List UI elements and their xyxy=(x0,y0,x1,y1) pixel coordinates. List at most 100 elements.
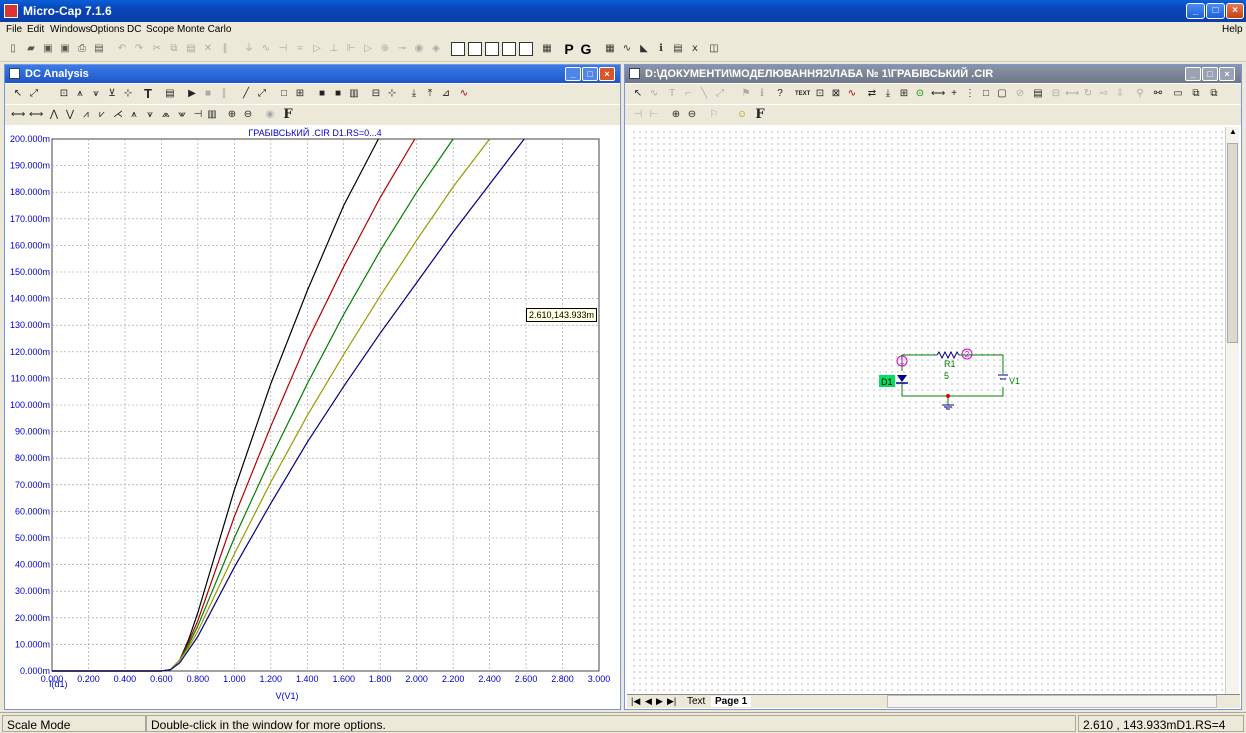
split-plot-icon[interactable]: ▥ xyxy=(347,87,361,101)
info-icon[interactable]: ℹ xyxy=(654,42,668,56)
r1-value[interactable]: 5 xyxy=(944,371,949,381)
waveform-icon[interactable]: ∿ xyxy=(620,42,634,56)
switch-icon[interactable]: ⊸ xyxy=(395,42,409,56)
properties-icon[interactable]: ⊡ xyxy=(57,87,71,101)
resistor-r1-symbol[interactable] xyxy=(936,350,960,360)
tab-next-icon[interactable]: ▶ xyxy=(656,696,663,707)
new-file-icon[interactable]: ▯ xyxy=(6,42,20,56)
zoom-in-icon[interactable]: ⊕ xyxy=(225,108,239,122)
bottom-icon[interactable]: ⩖ xyxy=(175,108,189,122)
cursor-left-icon[interactable]: ⟷ xyxy=(11,108,25,122)
battery-icon[interactable]: ⊥ xyxy=(327,42,341,56)
tab-text[interactable]: Text xyxy=(687,696,705,707)
print-preview-icon[interactable]: ▤ xyxy=(92,42,106,56)
select-pointer-icon[interactable]: ↖ xyxy=(11,87,25,101)
schematic-hscrollbar[interactable] xyxy=(887,695,1217,708)
global-high-icon[interactable]: ⩚ xyxy=(127,108,141,122)
plot-icon[interactable]: ■ xyxy=(331,87,345,101)
r1-label[interactable]: R1 xyxy=(944,359,956,369)
settings-icon[interactable]: ▤ xyxy=(163,87,177,101)
g-button[interactable]: G xyxy=(579,42,593,56)
chart-icon[interactable]: ▤ xyxy=(671,42,685,56)
data-table-icon[interactable]: ▥ xyxy=(205,108,219,122)
grid-toggle-icon[interactable]: ⊞ xyxy=(293,87,307,101)
waveform-color-icon[interactable]: ∿ xyxy=(457,87,471,101)
menu-scope[interactable]: Scope xyxy=(146,24,174,35)
high-icon[interactable]: ⩘ xyxy=(79,108,93,122)
d1-label[interactable]: D1 xyxy=(881,377,893,387)
stack-icon[interactable]: ⊟ xyxy=(369,87,383,101)
delete-icon[interactable]: ✕ xyxy=(201,42,215,56)
align-icon[interactable]: ⊣ xyxy=(191,108,205,122)
cut-icon[interactable]: ✂ xyxy=(150,42,164,56)
grid-icon[interactable]: ▦ xyxy=(603,42,617,56)
low-icon[interactable]: ⩗ xyxy=(95,108,109,122)
minimize-button[interactable]: _ xyxy=(1186,3,1205,19)
scroll-thumb[interactable] xyxy=(1227,143,1238,343)
redo-icon[interactable]: ↷ xyxy=(132,42,146,56)
tab-first-icon[interactable]: |◀ xyxy=(631,696,640,707)
dark-plot-icon[interactable]: ■ xyxy=(315,87,329,101)
cursor-right-icon[interactable]: ⟷ xyxy=(29,108,43,122)
menu-edit[interactable]: Edit xyxy=(27,24,44,35)
maximize-button[interactable]: □ xyxy=(1206,3,1225,19)
prev-point-icon[interactable]: ⤒ xyxy=(423,87,437,101)
pause-icon[interactable]: ∥ xyxy=(217,87,231,101)
inductor-icon[interactable]: ≈ xyxy=(293,42,307,56)
menu-help[interactable]: Help xyxy=(1222,24,1243,35)
source-icon[interactable]: ⊕ xyxy=(378,42,392,56)
dc-plot-area[interactable]: 0.000 0.200 0.400 0.600 0.800 1.000 1.200 1.400… xyxy=(5,127,620,709)
ground-icon[interactable]: ⏚ xyxy=(242,42,256,56)
menu-monte-carlo[interactable]: Monte Carlo xyxy=(177,24,231,35)
zoom-out-icon[interactable]: ⊖ xyxy=(241,108,255,122)
copy-icon[interactable]: ⧉ xyxy=(167,42,181,56)
peak-icon[interactable]: ⩚ xyxy=(73,87,87,101)
global-low-icon[interactable]: ⩛ xyxy=(143,108,157,122)
undo-icon[interactable]: ↶ xyxy=(115,42,129,56)
next-point-icon[interactable]: ⤓ xyxy=(407,87,421,101)
arrow-line-icon[interactable]: ⤢ xyxy=(255,87,269,101)
menu-options[interactable]: Options xyxy=(90,24,124,35)
tab-prev-icon[interactable]: ◀ xyxy=(645,696,652,707)
diode-icon[interactable]: ▷ xyxy=(310,42,324,56)
dc-close-button[interactable]: × xyxy=(599,67,615,81)
print-icon[interactable]: ⎙ xyxy=(75,42,89,56)
line-icon[interactable]: ╱ xyxy=(239,87,253,101)
v1-label[interactable]: V1 xyxy=(1009,376,1020,386)
inflection-icon[interactable]: ⋌ xyxy=(111,108,125,122)
scale-icon[interactable]: ⤢ xyxy=(27,87,41,101)
tab-last-icon[interactable]: ▶| xyxy=(667,696,676,707)
dc-restore-button[interactable]: □ xyxy=(582,67,598,81)
peak-find-icon[interactable]: ⋀ xyxy=(47,108,61,122)
window-split-icon[interactable] xyxy=(519,42,533,56)
rectangle-icon[interactable]: □ xyxy=(277,87,291,101)
variables-icon[interactable]: ⅹ xyxy=(688,42,702,56)
undo-zoom-icon[interactable]: ◉ xyxy=(263,108,277,122)
transistor-icon[interactable]: ⊩ xyxy=(344,42,358,56)
current-source-icon[interactable]: ◈ xyxy=(429,42,443,56)
schematic-vscrollbar[interactable]: ▲ xyxy=(1225,127,1239,694)
close-button[interactable]: × xyxy=(1226,3,1244,19)
calculator-icon[interactable]: ▦ xyxy=(540,42,554,56)
diode-d1-symbol[interactable] xyxy=(897,375,907,382)
text-tool-button[interactable]: T xyxy=(141,87,155,101)
valley-find-icon[interactable]: ⋁ xyxy=(63,108,77,122)
cascade-icon[interactable] xyxy=(485,42,499,56)
run-icon[interactable]: ▶ xyxy=(185,87,199,101)
stop-icon[interactable]: ■ xyxy=(201,87,215,101)
export-icon[interactable]: ◫ xyxy=(707,42,721,56)
select-all-icon[interactable]: ∥ xyxy=(218,42,232,56)
top-icon[interactable]: ⩕ xyxy=(159,108,173,122)
valley-icon[interactable]: ⩛ xyxy=(89,87,103,101)
scroll-up-icon[interactable]: ▲ xyxy=(1226,127,1240,141)
font-button[interactable]: F xyxy=(281,108,295,122)
tile-horizontal-icon[interactable] xyxy=(451,42,465,56)
cursor-mode-icon[interactable]: ⊹ xyxy=(385,87,399,101)
menu-windows[interactable]: Windows xyxy=(50,24,91,35)
tile-vertical-icon[interactable] xyxy=(468,42,482,56)
resistor-icon[interactable]: ∿ xyxy=(259,42,273,56)
save-all-icon[interactable]: ▣ xyxy=(58,42,72,56)
menu-file[interactable]: File xyxy=(6,24,22,35)
opamp-icon[interactable]: ▷ xyxy=(361,42,375,56)
p-button[interactable]: P xyxy=(562,42,576,56)
